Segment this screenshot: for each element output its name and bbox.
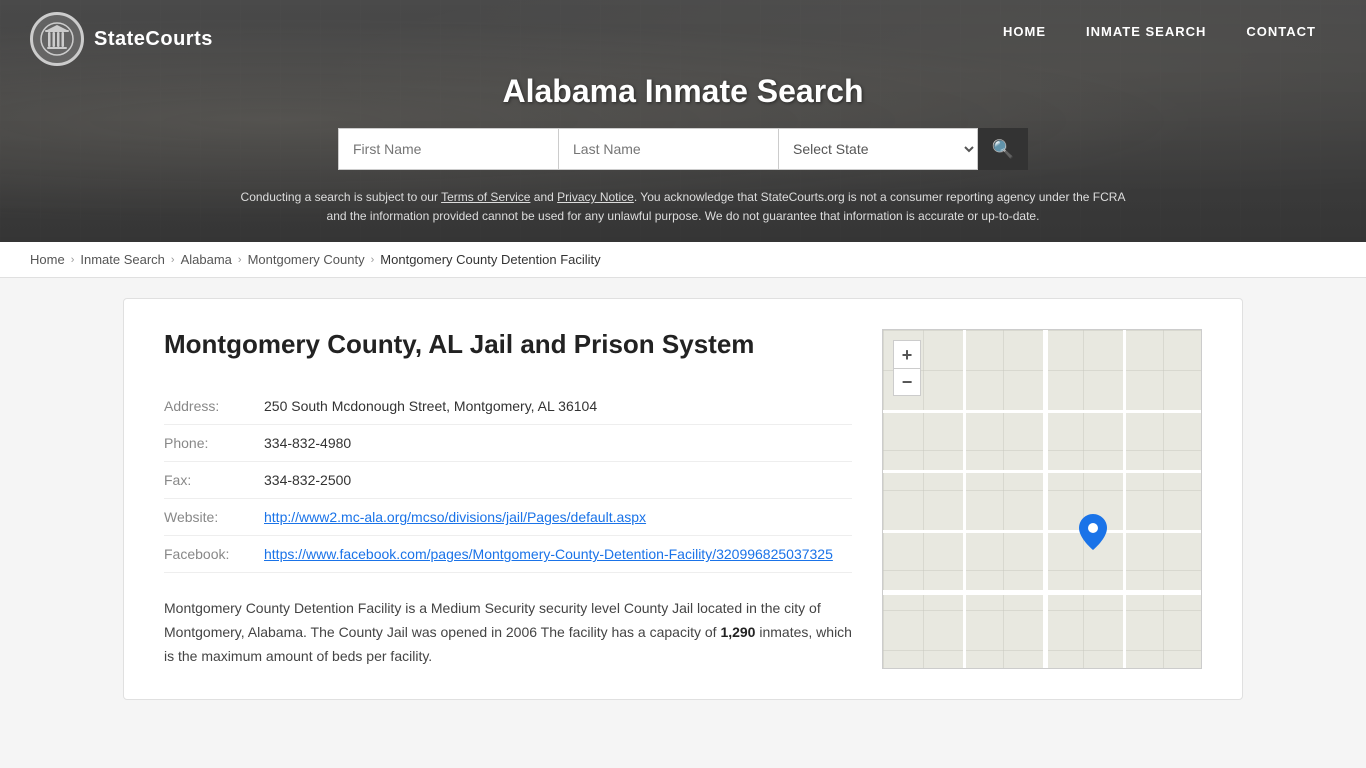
fax-value: 334-832-2500 xyxy=(264,462,852,499)
search-icon: 🔍 xyxy=(992,139,1014,160)
breadcrumb-sep-4: › xyxy=(371,254,375,266)
breadcrumb-inmate-search[interactable]: Inmate Search xyxy=(80,252,165,267)
phone-row: Phone: 334-832-4980 xyxy=(164,425,852,462)
website-row: Website: http://www2.mc-ala.org/mcso/div… xyxy=(164,499,852,536)
map-pin xyxy=(1079,514,1107,558)
breadcrumb: Home › Inmate Search › Alabama › Montgom… xyxy=(0,242,1366,278)
terms-link[interactable]: Terms of Service xyxy=(441,190,530,204)
search-bar: Select State Alabama Alaska Arizona Arka… xyxy=(20,128,1346,170)
nav-inmate-search[interactable]: INMATE SEARCH xyxy=(1066,18,1226,45)
map-road xyxy=(883,470,1201,473)
logo-area: StateCourts xyxy=(30,12,213,66)
fax-label: Fax: xyxy=(164,462,264,499)
site-header: StateCourts HOME INMATE SEARCH CONTACT A… xyxy=(0,0,1366,242)
map-zoom-in[interactable]: + xyxy=(893,340,921,368)
map-container: + − xyxy=(882,329,1202,669)
breadcrumb-sep-2: › xyxy=(171,254,175,266)
website-label: Website: xyxy=(164,499,264,536)
search-button[interactable]: 🔍 xyxy=(978,128,1028,170)
address-label: Address: xyxy=(164,388,264,425)
map-road xyxy=(883,410,1201,413)
logo-text: StateCourts xyxy=(94,28,213,51)
map-controls: + − xyxy=(893,340,921,396)
facebook-row: Facebook: https://www.facebook.com/pages… xyxy=(164,536,852,573)
website-value: http://www2.mc-ala.org/mcso/divisions/ja… xyxy=(264,499,852,536)
main-content: Montgomery County, AL Jail and Prison Sy… xyxy=(93,278,1273,740)
facebook-link[interactable]: https://www.facebook.com/pages/Montgomer… xyxy=(264,546,833,562)
facebook-value: https://www.facebook.com/pages/Montgomer… xyxy=(264,536,852,573)
breadcrumb-home[interactable]: Home xyxy=(30,252,65,267)
nav-contact[interactable]: CONTACT xyxy=(1226,18,1336,45)
info-section: Montgomery County, AL Jail and Prison Sy… xyxy=(164,329,852,669)
breadcrumb-current: Montgomery County Detention Facility xyxy=(380,252,600,267)
breadcrumb-alabama[interactable]: Alabama xyxy=(181,252,232,267)
fax-row: Fax: 334-832-2500 xyxy=(164,462,852,499)
map-section: + − xyxy=(882,329,1202,669)
page-title: Alabama Inmate Search xyxy=(20,73,1346,110)
phone-label: Phone: xyxy=(164,425,264,462)
map-road xyxy=(963,330,966,668)
address-row: Address: 250 South Mcdonough Street, Mon… xyxy=(164,388,852,425)
content-card: Montgomery County, AL Jail and Prison Sy… xyxy=(123,298,1243,700)
phone-value: 334-832-4980 xyxy=(264,425,852,462)
privacy-link[interactable]: Privacy Notice xyxy=(557,190,634,204)
header-content: Alabama Inmate Search Select State Alaba… xyxy=(0,63,1366,242)
map-road-major xyxy=(883,590,1201,595)
facility-info-table: Address: 250 South Mcdonough Street, Mon… xyxy=(164,388,852,573)
breadcrumb-sep-3: › xyxy=(238,254,242,266)
first-name-input[interactable] xyxy=(338,128,558,170)
facility-description: Montgomery County Detention Facility is … xyxy=(164,597,852,668)
last-name-input[interactable] xyxy=(558,128,778,170)
breadcrumb-montgomery-county[interactable]: Montgomery County xyxy=(248,252,365,267)
facebook-label: Facebook: xyxy=(164,536,264,573)
map-road xyxy=(1123,330,1126,668)
map-zoom-out[interactable]: − xyxy=(893,368,921,396)
website-link[interactable]: http://www2.mc-ala.org/mcso/divisions/ja… xyxy=(264,509,646,525)
state-select[interactable]: Select State Alabama Alaska Arizona Arka… xyxy=(778,128,978,170)
facility-capacity: 1,290 xyxy=(720,624,755,640)
logo-icon xyxy=(30,12,84,66)
address-value: 250 South Mcdonough Street, Montgomery, … xyxy=(264,388,852,425)
map-road xyxy=(883,530,1201,533)
disclaimer-text: Conducting a search is subject to our Te… xyxy=(233,188,1133,242)
nav-home[interactable]: HOME xyxy=(983,18,1066,45)
breadcrumb-sep-1: › xyxy=(71,254,75,266)
map-road-major xyxy=(1043,330,1048,668)
map-background xyxy=(883,330,1201,668)
facility-title: Montgomery County, AL Jail and Prison Sy… xyxy=(164,329,852,360)
